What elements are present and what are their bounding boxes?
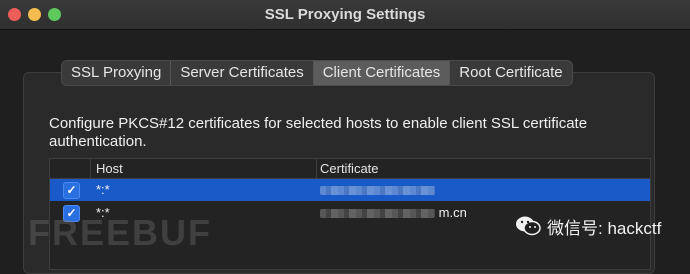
redacted-text bbox=[320, 209, 435, 219]
certificate-cell: m.cn bbox=[320, 202, 467, 224]
certificate-suffix: m.cn bbox=[438, 205, 467, 220]
certificate-column-header[interactable]: Certificate bbox=[320, 159, 379, 178]
tab-bar: SSL Proxying Server Certificates Client … bbox=[61, 60, 573, 86]
tab-client-certificates[interactable]: Client Certificates bbox=[313, 61, 451, 85]
redacted-text bbox=[320, 186, 435, 196]
title-bar: SSL Proxying Settings bbox=[0, 0, 690, 30]
certificate-cell bbox=[320, 179, 435, 201]
wechat-icon bbox=[516, 216, 541, 236]
wechat-watermark: 微信号: hackctf bbox=[515, 214, 661, 238]
table-header: Host Certificate bbox=[50, 159, 650, 179]
window-title: SSL Proxying Settings bbox=[264, 6, 426, 23]
column-divider bbox=[316, 159, 317, 178]
tab-server-certificates[interactable]: Server Certificates bbox=[171, 61, 314, 85]
tab-root-certificate[interactable]: Root Certificate bbox=[450, 61, 571, 85]
description-text: Configure PKCS#12 certificates for selec… bbox=[49, 115, 588, 150]
table-row[interactable]: ✓ *:* bbox=[50, 179, 650, 201]
wechat-id-text: 微信号: hackctf bbox=[547, 218, 662, 238]
freebuf-watermark: FREEBUF bbox=[28, 212, 212, 253]
enabled-column-header[interactable] bbox=[50, 159, 91, 178]
enabled-checkbox[interactable]: ✓ bbox=[63, 182, 80, 199]
host-cell: *:* bbox=[96, 182, 110, 197]
tab-ssl-proxying[interactable]: SSL Proxying bbox=[62, 61, 172, 85]
host-column-header[interactable]: Host bbox=[96, 159, 123, 178]
